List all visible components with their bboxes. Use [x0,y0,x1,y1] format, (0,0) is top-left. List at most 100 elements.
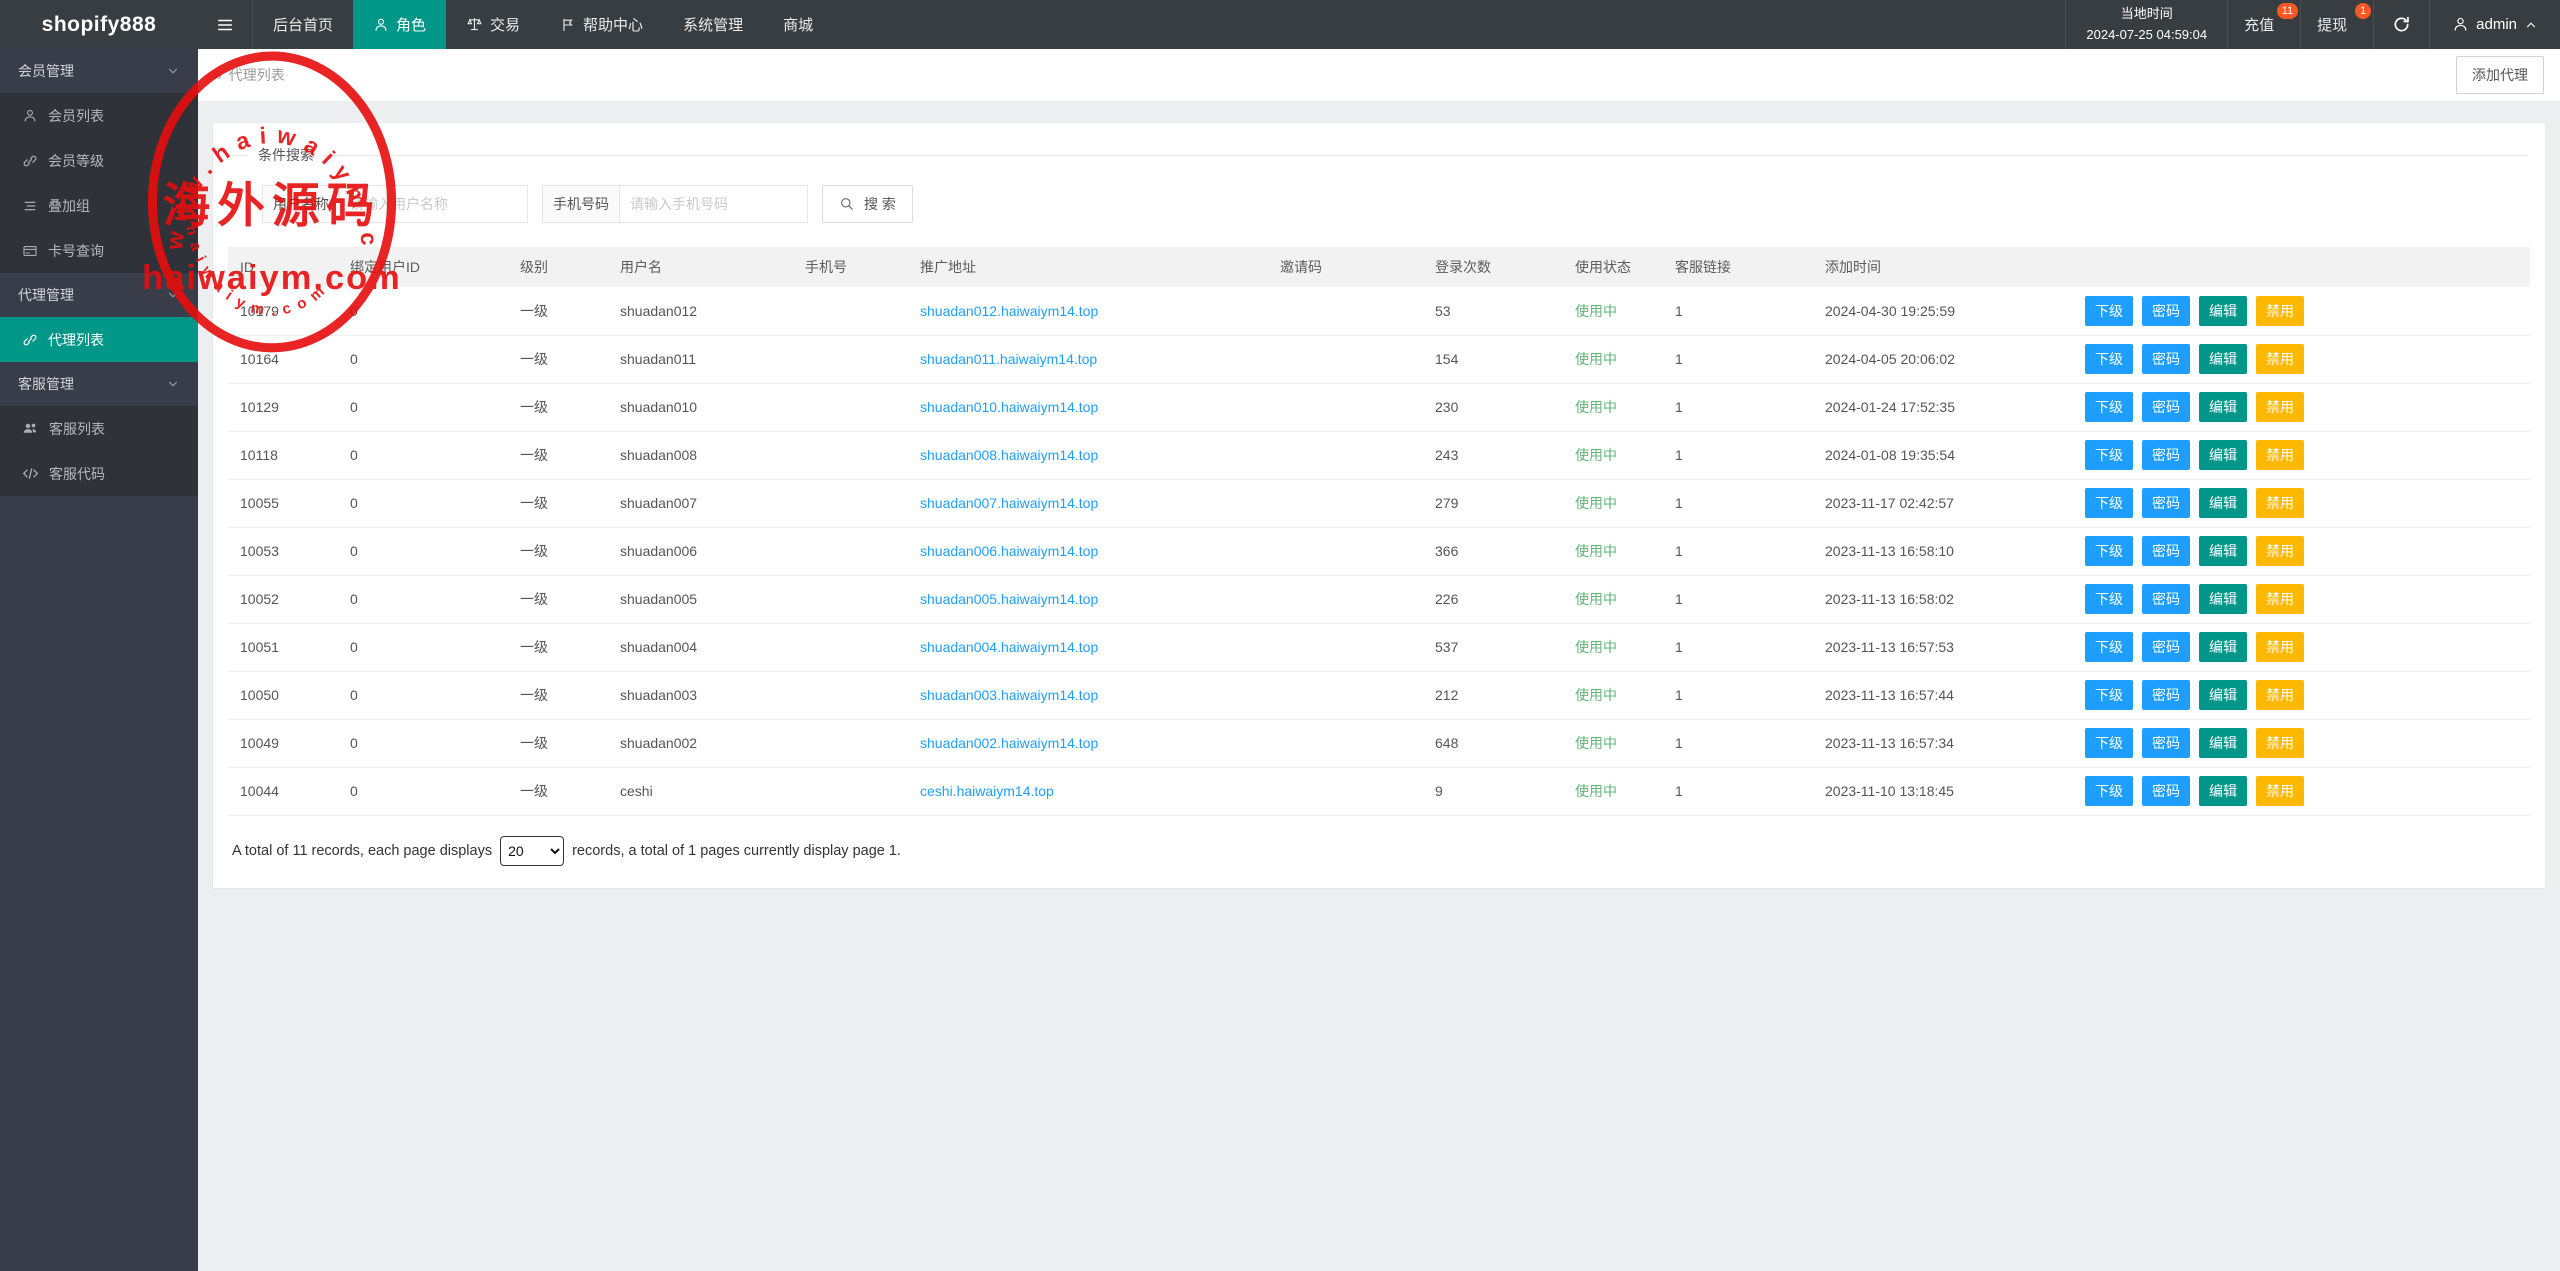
action-disable-button[interactable]: 禁用 [2256,584,2304,614]
nav-item-help[interactable]: 帮助中心 [540,0,663,49]
action-sub-button[interactable]: 下级 [2085,680,2133,710]
cell-logins: 243 [1423,431,1563,479]
promo-url-link[interactable]: shuadan010.haiwaiym14.top [920,399,1098,415]
recharge-label: 充值 [2244,14,2274,35]
promo-url-link[interactable]: shuadan007.haiwaiym14.top [920,495,1098,511]
action-disable-button[interactable]: 禁用 [2256,488,2304,518]
action-password-button[interactable]: 密码 [2142,296,2190,326]
recharge-button[interactable]: 充值 11 [2227,0,2300,49]
action-disable-button[interactable]: 禁用 [2256,440,2304,470]
action-edit-button[interactable]: 编辑 [2199,488,2247,518]
action-disable-button[interactable]: 禁用 [2256,392,2304,422]
action-sub-button[interactable]: 下级 [2085,392,2133,422]
sidebar-item-agent-list[interactable]: 代理列表 [0,317,198,362]
username-group: 用户名称 [262,185,528,223]
page-size-select[interactable]: 20 [500,836,564,866]
withdraw-button[interactable]: 提现 1 [2300,0,2373,49]
action-sub-button[interactable]: 下级 [2085,632,2133,662]
cell-invite [1268,527,1423,575]
promo-url-link[interactable]: shuadan002.haiwaiym14.top [920,735,1098,751]
action-edit-button[interactable]: 编辑 [2199,536,2247,566]
menu-toggle-button[interactable] [198,0,253,49]
person-icon [22,108,38,124]
action-password-button[interactable]: 密码 [2142,344,2190,374]
sidebar-item-card-query[interactable]: 卡号查询 [0,228,198,273]
user-icon [2452,16,2469,33]
promo-url-link[interactable]: ceshi.haiwaiym14.top [920,783,1054,799]
username-input[interactable] [340,185,528,223]
nav-item-trade[interactable]: 交易 [446,0,540,49]
col-header-service-link: 客服链接 [1663,247,1813,287]
action-password-button[interactable]: 密码 [2142,392,2190,422]
local-time: 当地时间 2024-07-25 04:59:04 [2065,0,2227,49]
user-menu[interactable]: admin [2429,0,2560,49]
promo-url-link[interactable]: shuadan005.haiwaiym14.top [920,591,1098,607]
sidebar-section-agents[interactable]: 代理管理 [0,273,198,317]
action-edit-button[interactable]: 编辑 [2199,776,2247,806]
action-disable-button[interactable]: 禁用 [2256,344,2304,374]
col-header-phone: 手机号 [793,247,908,287]
action-password-button[interactable]: 密码 [2142,536,2190,566]
action-disable-button[interactable]: 禁用 [2256,536,2304,566]
sidebar-item-stack-group[interactable]: 叠加组 [0,183,198,228]
sidebar-section-service[interactable]: 客服管理 [0,362,198,406]
action-edit-button[interactable]: 编辑 [2199,680,2247,710]
action-disable-button[interactable]: 禁用 [2256,728,2304,758]
action-sub-button[interactable]: 下级 [2085,344,2133,374]
action-edit-button[interactable]: 编辑 [2199,392,2247,422]
nav-item-label: 后台首页 [273,14,333,35]
cell-phone [793,479,908,527]
promo-url-link[interactable]: shuadan008.haiwaiym14.top [920,447,1098,463]
cell-level: 一级 [508,719,608,767]
promo-url-link[interactable]: shuadan012.haiwaiym14.top [920,303,1098,319]
action-password-button[interactable]: 密码 [2142,680,2190,710]
action-sub-button[interactable]: 下级 [2085,776,2133,806]
pagination-text-before: A total of 11 records, each page display… [232,843,492,859]
sidebar-item-member-level[interactable]: 会员等级 [0,138,198,183]
action-sub-button[interactable]: 下级 [2085,584,2133,614]
search-button[interactable]: 搜 索 [822,185,913,223]
sidebar-item-member-list[interactable]: 会员列表 [0,93,198,138]
promo-url-link[interactable]: shuadan003.haiwaiym14.top [920,687,1098,703]
action-disable-button[interactable]: 禁用 [2256,296,2304,326]
action-password-button[interactable]: 密码 [2142,776,2190,806]
sidebar-item-service-code[interactable]: 客服代码 [0,451,198,496]
action-edit-button[interactable]: 编辑 [2199,632,2247,662]
withdraw-badge: 1 [2355,3,2371,19]
promo-url-link[interactable]: shuadan004.haiwaiym14.top [920,639,1098,655]
cell-level: 一级 [508,287,608,335]
action-disable-button[interactable]: 禁用 [2256,776,2304,806]
action-password-button[interactable]: 密码 [2142,440,2190,470]
action-edit-button[interactable]: 编辑 [2199,296,2247,326]
action-edit-button[interactable]: 编辑 [2199,440,2247,470]
action-sub-button[interactable]: 下级 [2085,728,2133,758]
action-sub-button[interactable]: 下级 [2085,536,2133,566]
nav-item-system[interactable]: 系统管理 [663,0,763,49]
action-edit-button[interactable]: 编辑 [2199,728,2247,758]
action-password-button[interactable]: 密码 [2142,728,2190,758]
action-disable-button[interactable]: 禁用 [2256,680,2304,710]
cell-id: 10049 [228,719,338,767]
action-password-button[interactable]: 密码 [2142,584,2190,614]
action-sub-button[interactable]: 下级 [2085,440,2133,470]
action-edit-button[interactable]: 编辑 [2199,344,2247,374]
refresh-button[interactable] [2373,0,2429,49]
agent-panel: 条件搜索 用户名称 手机号码 搜 索 [213,123,2545,888]
action-edit-button[interactable]: 编辑 [2199,584,2247,614]
promo-url-link[interactable]: shuadan006.haiwaiym14.top [920,543,1098,559]
action-sub-button[interactable]: 下级 [2085,296,2133,326]
sidebar-section-label: 客服管理 [18,374,74,394]
action-sub-button[interactable]: 下级 [2085,488,2133,518]
cell-username: shuadan006 [608,527,793,575]
sidebar-section-members[interactable]: 会员管理 [0,49,198,93]
sidebar-item-service-list[interactable]: 客服列表 [0,406,198,451]
add-agent-button[interactable]: 添加代理 [2456,56,2544,94]
action-disable-button[interactable]: 禁用 [2256,632,2304,662]
nav-item-dashboard[interactable]: 后台首页 [253,0,353,49]
phone-input[interactable] [620,185,808,223]
action-password-button[interactable]: 密码 [2142,632,2190,662]
nav-item-roles[interactable]: 角色 [353,0,446,49]
promo-url-link[interactable]: shuadan011.haiwaiym14.top [920,351,1097,367]
action-password-button[interactable]: 密码 [2142,488,2190,518]
nav-item-mall[interactable]: 商城 [763,0,833,49]
